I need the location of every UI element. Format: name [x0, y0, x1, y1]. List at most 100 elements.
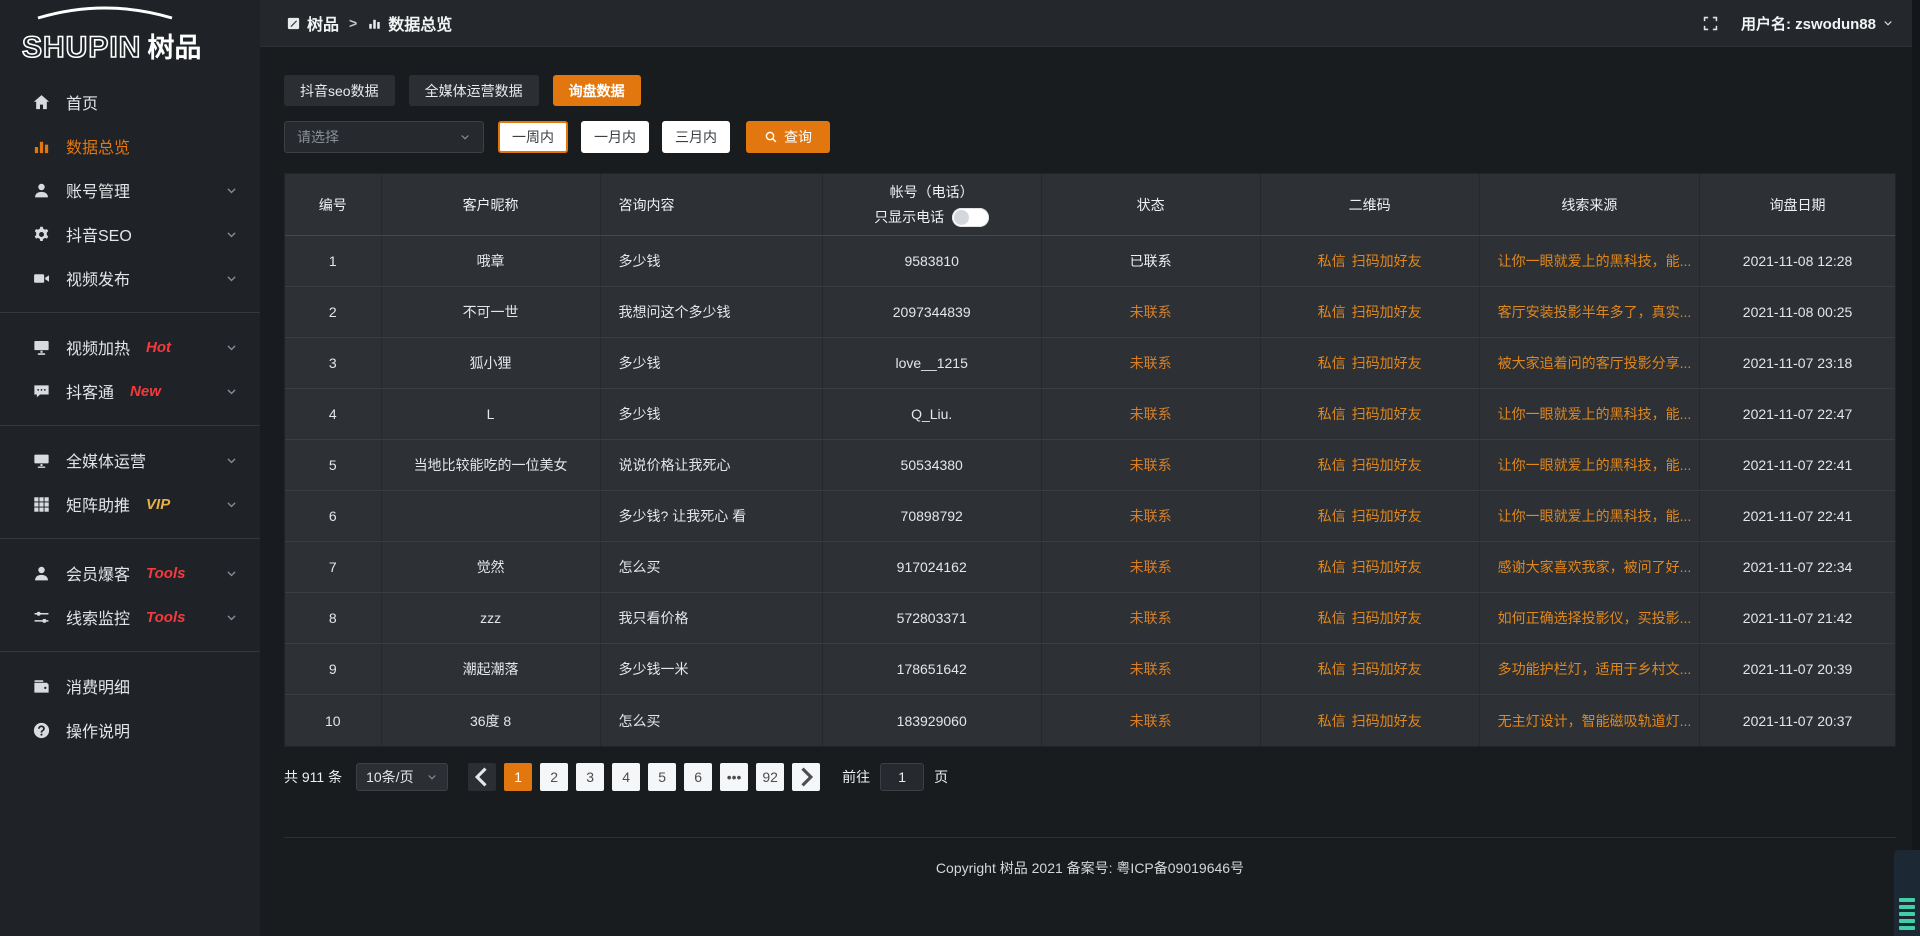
sidebar-divider	[0, 425, 260, 426]
source-link[interactable]: 被大家追着问的客厅投影分享...	[1498, 353, 1692, 373]
cell-source: 客厅安装投影半年多了，真实...	[1480, 287, 1701, 337]
source-link[interactable]: 让你一眼就爱上的黑科技，能...	[1498, 251, 1692, 271]
page-button[interactable]: 5	[648, 763, 676, 791]
tab-button[interactable]: 抖音seo数据	[284, 75, 395, 106]
qr-action-link[interactable]: 扫码加好友	[1352, 557, 1422, 577]
qr-action-link[interactable]: 私信	[1318, 455, 1346, 475]
cell-source: 多功能护栏灯，适用于乡村文...	[1480, 644, 1701, 694]
cell-qrcode: 私信扫码加好友	[1261, 287, 1480, 337]
cell-id: 1	[285, 236, 382, 286]
column-header-id: 编号	[285, 174, 382, 235]
sidebar-item-label: 数据总览	[66, 134, 130, 158]
sidebar-item-user-solid[interactable]: 会员爆客Tools	[0, 551, 260, 595]
source-link[interactable]: 无主灯设计，智能磁吸轨道灯...	[1498, 711, 1692, 731]
sidebar-item-bar-chart[interactable]: 数据总览	[0, 124, 260, 168]
next-page-button[interactable]	[792, 763, 820, 791]
sidebar-item-label: 线索监控	[66, 605, 130, 629]
sidebar-item-home[interactable]: 首页	[0, 80, 260, 124]
source-link[interactable]: 让你一眼就爱上的黑科技，能...	[1498, 404, 1692, 424]
sidebar-item-question[interactable]: 操作说明	[0, 708, 260, 752]
range-button[interactable]: 一月内	[581, 121, 649, 153]
cell-content: 我想问这个多少钱	[601, 287, 823, 337]
source-link[interactable]: 让你一眼就爱上的黑科技，能...	[1498, 455, 1692, 475]
page-ellipsis-button[interactable]: •••	[720, 763, 748, 791]
sidebar-item-user[interactable]: 账号管理	[0, 168, 260, 212]
prev-page-button[interactable]	[468, 763, 496, 791]
user-menu[interactable]: 用户名: zswodun88	[1741, 13, 1894, 34]
scrollbar[interactable]	[1912, 0, 1920, 936]
range-button[interactable]: 一周内	[498, 121, 568, 153]
account-header-line1: 帐号（电话）	[890, 182, 974, 202]
source-link[interactable]: 如何正确选择投影仪，买投影...	[1498, 608, 1692, 628]
qr-action-link[interactable]: 扫码加好友	[1352, 404, 1422, 424]
phone-only-toggle[interactable]	[952, 208, 989, 227]
qr-action-link[interactable]: 私信	[1318, 711, 1346, 731]
source-link[interactable]: 让你一眼就爱上的黑科技，能...	[1498, 506, 1692, 526]
cell-account: 2097344839	[823, 287, 1042, 337]
tab-button[interactable]: 全媒体运营数据	[409, 75, 539, 106]
qr-action-link[interactable]: 私信	[1318, 353, 1346, 373]
sidebar-item-video-upload[interactable]: 视频发布	[0, 256, 260, 300]
qr-action-link[interactable]: 扫码加好友	[1352, 302, 1422, 322]
chevron-down-icon	[459, 131, 471, 143]
sidebar-item-sliders[interactable]: 线索监控Tools	[0, 595, 260, 639]
qr-action-link[interactable]: 私信	[1318, 404, 1346, 424]
qr-action-link[interactable]: 私信	[1318, 251, 1346, 271]
sidebar-item-monitor[interactable]: 全媒体运营	[0, 438, 260, 482]
goto-page-input[interactable]	[880, 763, 924, 791]
range-button[interactable]: 三月内	[662, 121, 730, 153]
sidebar-divider	[0, 538, 260, 539]
bar-chart-icon	[32, 137, 51, 156]
breadcrumb-item-app[interactable]: 树品	[286, 11, 339, 35]
qr-action-link[interactable]: 扫码加好友	[1352, 251, 1422, 271]
breadcrumb-item-page[interactable]: 数据总览	[367, 11, 452, 35]
qr-action-link[interactable]: 扫码加好友	[1352, 608, 1422, 628]
page-button[interactable]: 2	[540, 763, 568, 791]
corner-widget[interactable]	[1894, 850, 1920, 936]
cell-date: 2021-11-07 22:41	[1700, 491, 1895, 541]
qr-action-link[interactable]: 私信	[1318, 506, 1346, 526]
data-table: 编号 客户昵称 咨询内容 帐号（电话） 只显示电话 状态 二维码 线索来源 询盘…	[284, 173, 1896, 747]
chevron-down-icon	[225, 272, 238, 285]
page-button[interactable]: 92	[756, 763, 784, 791]
cell-source: 让你一眼就爱上的黑科技，能...	[1480, 236, 1701, 286]
goto-suffix: 页	[934, 767, 948, 787]
source-link[interactable]: 多功能护栏灯，适用于乡村文...	[1498, 659, 1692, 679]
table-row: 5当地比较能吃的一位美女说说价格让我死心50534380未联系私信扫码加好友让你…	[285, 440, 1895, 491]
source-link[interactable]: 客厅安装投影半年多了，真实...	[1498, 302, 1692, 322]
qr-action-link[interactable]: 私信	[1318, 302, 1346, 322]
qr-action-link[interactable]: 私信	[1318, 608, 1346, 628]
qr-action-link[interactable]: 扫码加好友	[1352, 506, 1422, 526]
query-button[interactable]: 查询	[746, 121, 830, 153]
qr-action-link[interactable]: 扫码加好友	[1352, 711, 1422, 731]
tab-button[interactable]: 询盘数据	[553, 75, 641, 106]
page-button[interactable]: 6	[684, 763, 712, 791]
fullscreen-icon[interactable]	[1702, 15, 1719, 32]
qr-action-link[interactable]: 私信	[1318, 557, 1346, 577]
qr-action-link[interactable]: 私信	[1318, 659, 1346, 679]
cell-content: 怎么买	[601, 542, 823, 592]
page-button[interactable]: 4	[612, 763, 640, 791]
qr-action-link[interactable]: 扫码加好友	[1352, 455, 1422, 475]
sidebar-item-screen-heat[interactable]: 视频加热Hot	[0, 325, 260, 369]
column-header-content: 咨询内容	[601, 174, 823, 235]
corner-widget-bar	[1899, 898, 1915, 902]
sidebar-item-gear[interactable]: 抖音SEO	[0, 212, 260, 256]
page-size-select[interactable]: 10条/页	[356, 763, 448, 791]
cell-date: 2021-11-07 22:47	[1700, 389, 1895, 439]
page-button[interactable]: 3	[576, 763, 604, 791]
source-link[interactable]: 感谢大家喜欢我家，被问了好...	[1498, 557, 1692, 577]
sidebar-item-label: 矩阵助推	[66, 492, 130, 516]
sidebar-item-wallet[interactable]: 消费明细	[0, 664, 260, 708]
page-size-value: 10条/页	[366, 767, 413, 787]
chevron-down-icon	[1882, 17, 1894, 29]
qr-action-link[interactable]: 扫码加好友	[1352, 353, 1422, 373]
page-button[interactable]: 1	[504, 763, 532, 791]
sidebar-item-chat[interactable]: 抖客通New	[0, 369, 260, 413]
logo[interactable]: SHUPIN树品	[0, 0, 260, 62]
sidebar-item-grid[interactable]: 矩阵助推VIP	[0, 482, 260, 526]
filter-select[interactable]: 请选择	[284, 121, 484, 153]
sidebar-nav: 首页数据总览账号管理抖音SEO视频发布视频加热Hot抖客通New全媒体运营矩阵助…	[0, 62, 260, 752]
column-header-account: 帐号（电话） 只显示电话	[823, 174, 1042, 235]
qr-action-link[interactable]: 扫码加好友	[1352, 659, 1422, 679]
